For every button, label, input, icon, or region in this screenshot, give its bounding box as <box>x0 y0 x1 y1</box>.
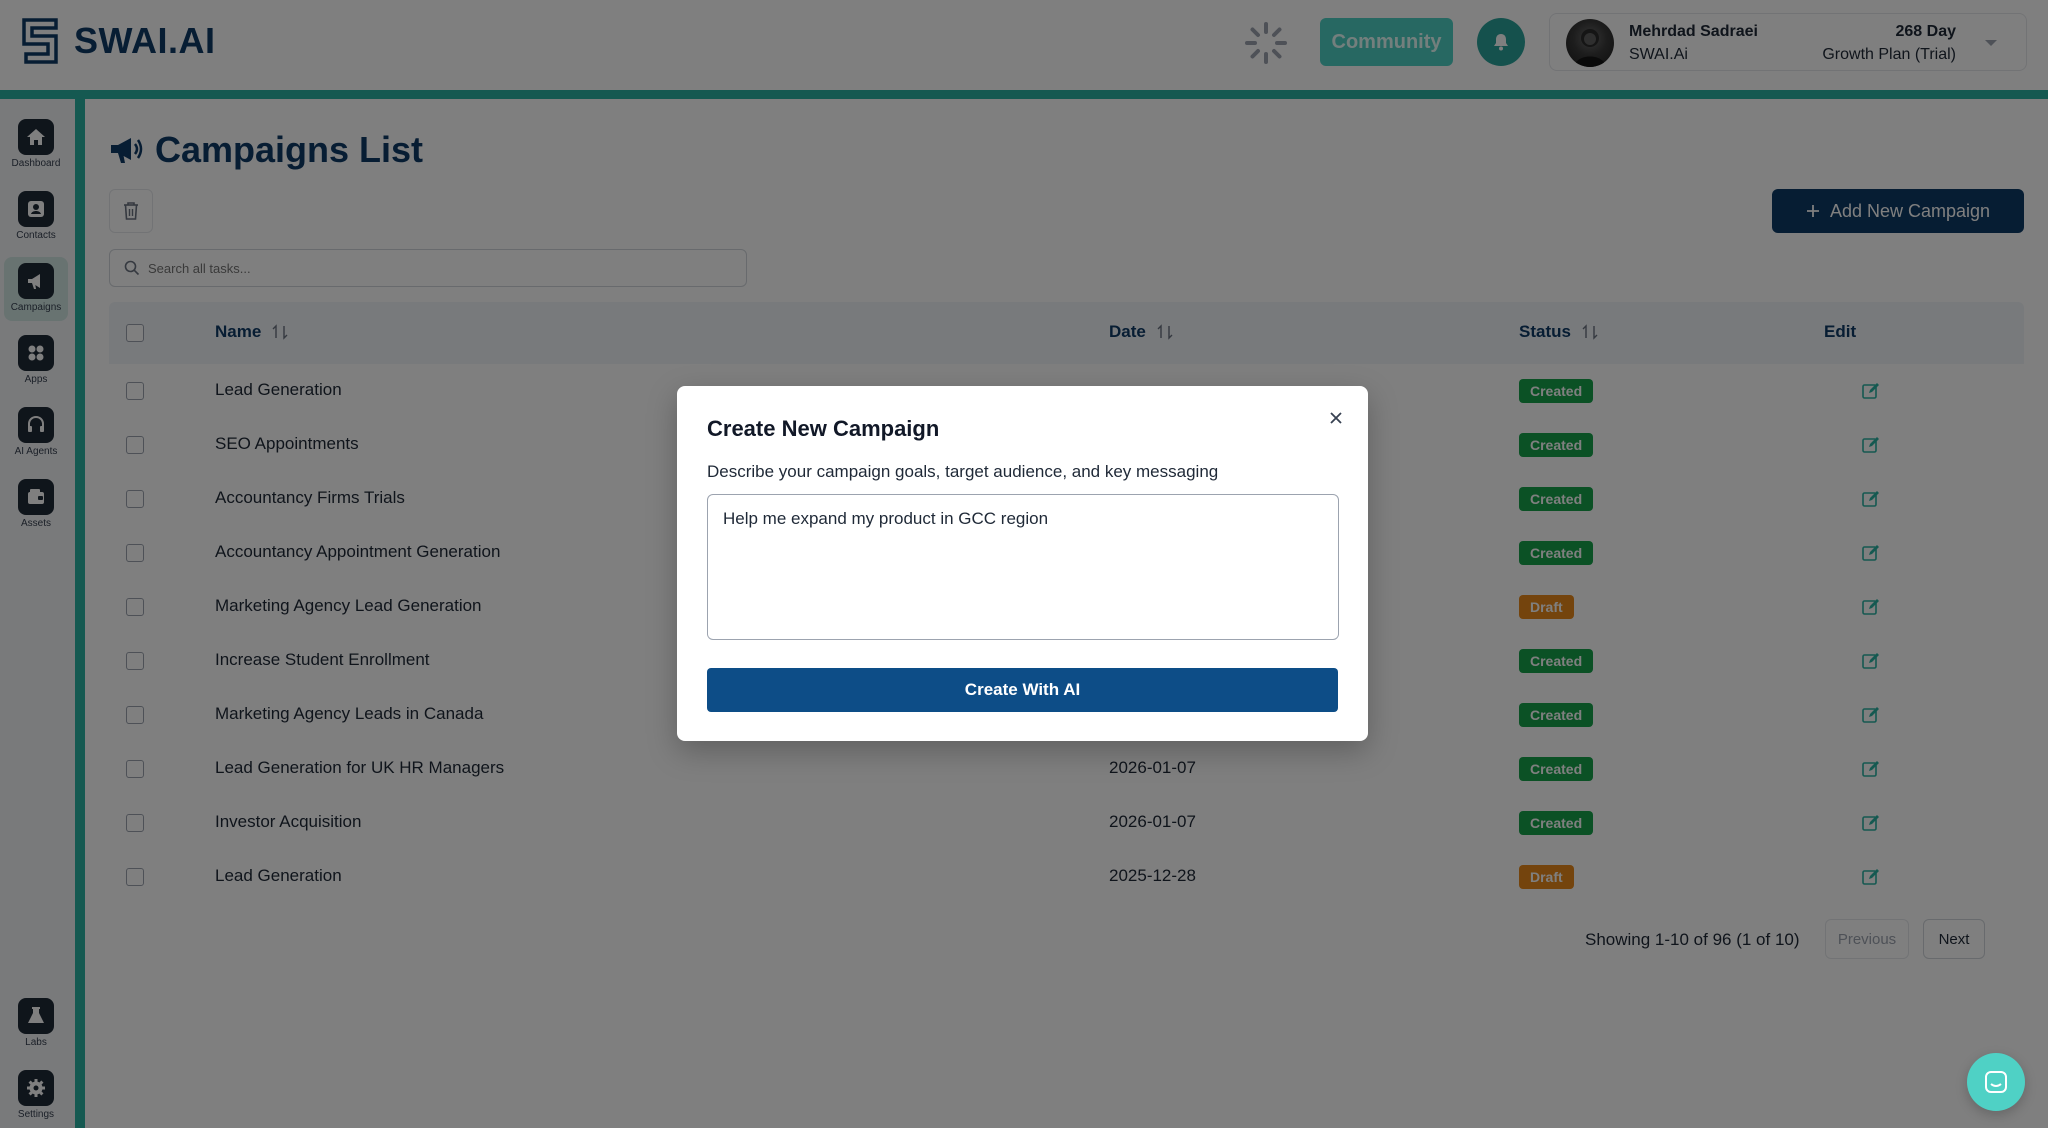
chat-launcher-button[interactable] <box>1967 1053 2025 1111</box>
modal-description: Describe your campaign goals, target aud… <box>707 462 1219 481</box>
modal-title: Create New Campaign <box>707 416 940 441</box>
campaign-description-input[interactable] <box>707 494 1339 640</box>
close-icon <box>1330 412 1342 424</box>
chat-icon <box>1985 1071 2007 1093</box>
create-campaign-modal: Create New Campaign Describe your campai… <box>677 386 1368 741</box>
create-with-ai-button[interactable]: Create With AI <box>707 668 1338 712</box>
close-button[interactable] <box>1324 406 1348 430</box>
